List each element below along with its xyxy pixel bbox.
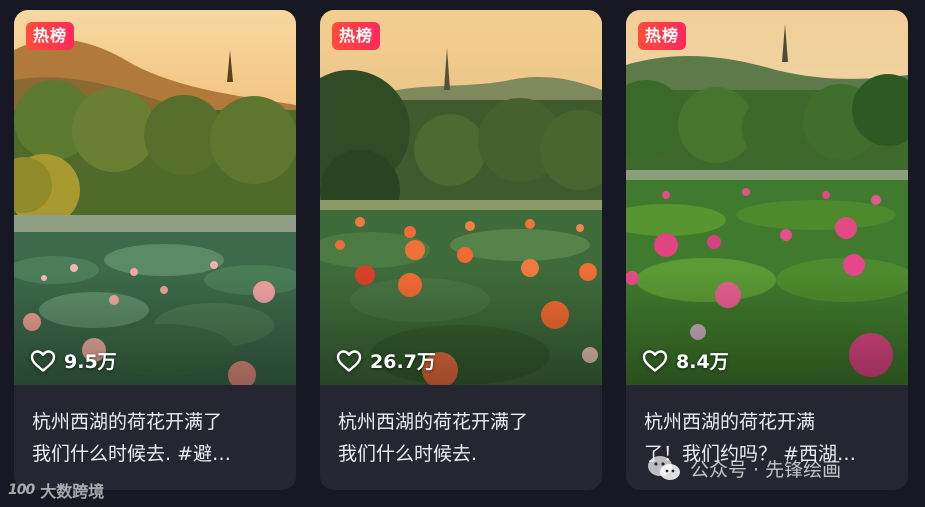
watermark-right: 公众号 · 先锋绘画 — [646, 453, 841, 483]
hot-list-badge: 热榜 — [638, 22, 687, 50]
watermark-left: 100 大数跨境 — [8, 478, 104, 502]
post-title-line: 我们什么时候去. #避… — [32, 443, 231, 465]
heart-outline-icon[interactable] — [642, 349, 668, 373]
watermark-logo: 100 — [8, 482, 35, 498]
watermark-right-text: 公众号 · 先锋绘画 — [690, 458, 842, 481]
post-card[interactable]: 热榜 9.5万 杭州西湖的荷花开满了 我们什么时候去. #避… — [14, 10, 296, 490]
post-title[interactable]: 杭州西湖的荷花开满了 我们什么时候去. — [338, 406, 588, 470]
like-count[interactable]: 26.7万 — [336, 347, 436, 374]
like-count[interactable]: 9.5万 — [30, 347, 117, 374]
watermark-left-text: 大数跨境 — [40, 482, 105, 501]
post-title-line: 我们什么时候去. — [338, 443, 478, 465]
like-count-value: 9.5万 — [64, 351, 117, 373]
like-count-value: 8.4万 — [676, 351, 729, 373]
post-title-line: 杭州西湖的荷花开满了 — [32, 411, 223, 433]
heart-outline-icon[interactable] — [336, 349, 362, 373]
heart-outline-icon[interactable] — [30, 349, 56, 373]
post-title-line: 杭州西湖的荷花开满 — [644, 411, 816, 433]
like-count-value: 26.7万 — [370, 351, 436, 373]
hot-list-badge: 热榜 — [26, 22, 75, 50]
like-count[interactable]: 8.4万 — [642, 347, 729, 374]
post-cover-image[interactable] — [320, 10, 602, 385]
post-card[interactable]: 热榜 26.7万 杭州西湖的荷花开满了 我们什么时候去. — [320, 10, 602, 490]
wechat-icon — [648, 456, 680, 480]
post-title-line: 杭州西湖的荷花开满了 — [338, 411, 529, 433]
hot-list-badge: 热榜 — [332, 22, 381, 50]
post-cover-image[interactable] — [626, 10, 908, 385]
post-title[interactable]: 杭州西湖的荷花开满了 我们什么时候去. #避… — [32, 406, 282, 470]
post-cover-image[interactable] — [14, 10, 296, 385]
post-card[interactable]: 热榜 8.4万 杭州西湖的荷花开满 了！我们约吗？ #西湖… — [626, 10, 908, 490]
